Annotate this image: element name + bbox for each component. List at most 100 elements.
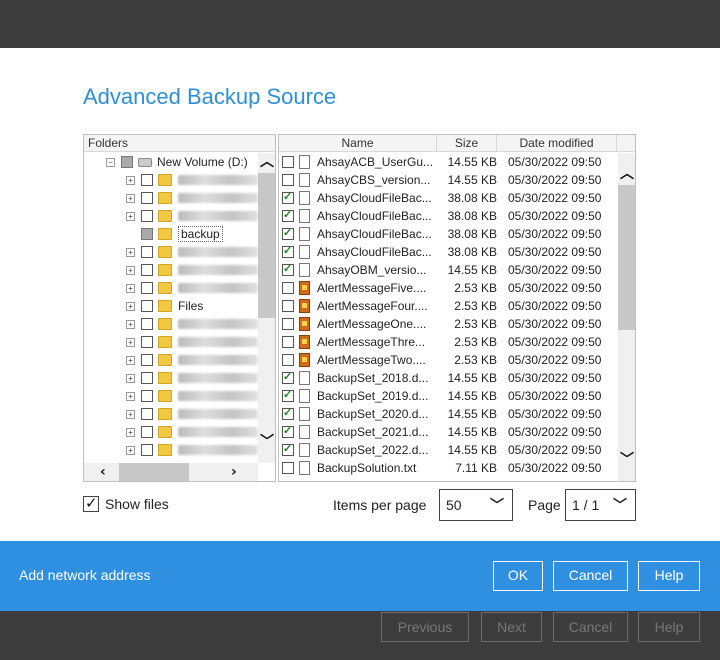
chevron-down-icon[interactable]: ﹀: [260, 435, 274, 449]
file-row[interactable]: BackupSet_2019.d... 14.55 KB 05/30/2022 09…: [279, 387, 619, 405]
file-row[interactable]: BackupSet_2021.d... 14.55 KB 05/30/2022 09…: [279, 423, 619, 441]
add-network-address-link[interactable]: Add network address: [19, 567, 151, 583]
expand-icon[interactable]: +: [126, 409, 135, 419]
expand-icon[interactable]: +: [126, 301, 135, 311]
tree-item[interactable]: +: [126, 315, 258, 333]
file-checkbox[interactable]: [282, 282, 294, 294]
file-row[interactable]: BackupSolution.txt 7.11 KB 05/30/2022 09:5…: [279, 459, 619, 477]
file-checkbox[interactable]: [282, 244, 294, 258]
tree-checkbox[interactable]: [141, 282, 153, 294]
file-row[interactable]: AlertMessageOne.... 2.53 KB 05/30/2022 09:…: [279, 315, 619, 333]
file-row[interactable]: BackupSet_2018.d... 14.55 KB 05/30/2022 09…: [279, 369, 619, 387]
tree-item[interactable]: +: [126, 441, 258, 459]
file-row[interactable]: BackupSet_2022.d... 14.55 KB 05/30/2022 09…: [279, 441, 619, 459]
file-checkbox[interactable]: [282, 156, 294, 168]
file-row[interactable]: AhsayACB_UserGu... 14.55 KB 05/30/2022 09:…: [279, 153, 619, 171]
tree-horizontal-scroll-thumb[interactable]: [119, 463, 189, 481]
file-checkbox[interactable]: [282, 190, 294, 204]
collapse-icon[interactable]: −: [106, 157, 115, 167]
expand-icon[interactable]: +: [126, 319, 135, 329]
tree-checkbox[interactable]: [141, 444, 153, 456]
expand-icon[interactable]: +: [126, 175, 135, 185]
tree-checkbox[interactable]: [141, 174, 153, 186]
file-list-vertical-scrollbar[interactable]: ︿ ﹀: [618, 153, 635, 481]
folder-tree[interactable]: Folders − New Volume (D:) + + + backup + + + + F…: [83, 134, 276, 482]
expand-icon[interactable]: +: [126, 193, 135, 203]
expand-icon[interactable]: +: [126, 391, 135, 401]
file-checkbox[interactable]: [282, 442, 294, 456]
page-select[interactable]: 1 / 1 ﹀: [565, 489, 636, 521]
chevron-up-icon[interactable]: ︿: [620, 167, 634, 181]
expand-icon[interactable]: +: [126, 265, 135, 275]
chevron-up-icon[interactable]: ︿: [260, 155, 274, 169]
file-row[interactable]: AhsayCloudFileBac... 38.08 KB 05/30/2022 0…: [279, 243, 619, 261]
expand-icon[interactable]: +: [126, 211, 135, 221]
file-row[interactable]: AhsayCloudFileBac... 38.08 KB 05/30/2022 0…: [279, 207, 619, 225]
file-row[interactable]: AlertMessageFour.... 2.53 KB 05/30/2022 09…: [279, 297, 619, 315]
tree-item[interactable]: +: [126, 279, 258, 297]
tree-vertical-scrollbar[interactable]: ︿ ﹀: [258, 153, 275, 463]
tree-item[interactable]: +: [126, 351, 258, 369]
chevron-right-icon[interactable]: ›: [231, 465, 237, 479]
file-checkbox[interactable]: [282, 462, 294, 474]
help-button[interactable]: Help: [638, 561, 700, 591]
tree-checkbox[interactable]: [141, 300, 153, 312]
file-list[interactable]: Name Size Date modified AhsayACB_UserGu.…: [278, 134, 636, 482]
show-files-toggle[interactable]: Show files: [83, 494, 169, 512]
items-per-page-select[interactable]: 50 ﹀: [439, 489, 513, 521]
next-button[interactable]: Next: [481, 612, 542, 642]
tree-checkbox[interactable]: [141, 390, 153, 402]
expand-icon[interactable]: +: [126, 247, 135, 257]
tree-item[interactable]: +: [126, 207, 258, 225]
chevron-left-icon[interactable]: ‹: [100, 465, 106, 479]
ok-button[interactable]: OK: [493, 561, 543, 591]
file-checkbox[interactable]: [282, 336, 294, 348]
column-header-date-modified[interactable]: Date modified: [497, 135, 617, 152]
file-checkbox[interactable]: [282, 388, 294, 402]
tree-checkbox[interactable]: [141, 228, 153, 240]
expand-icon[interactable]: +: [126, 427, 135, 437]
tree-item[interactable]: backup: [126, 225, 223, 243]
file-row[interactable]: AlertMessageTwo.... 2.53 KB 05/30/2022 09:…: [279, 351, 619, 369]
file-checkbox[interactable]: [282, 318, 294, 330]
expand-icon[interactable]: +: [126, 337, 135, 347]
expand-icon[interactable]: +: [126, 445, 135, 455]
tree-checkbox[interactable]: [141, 408, 153, 420]
tree-horizontal-scrollbar[interactable]: ‹ ›: [84, 463, 258, 481]
expand-icon[interactable]: +: [126, 373, 135, 383]
tree-item[interactable]: +: [126, 423, 258, 441]
tree-checkbox[interactable]: [141, 336, 153, 348]
tree-item[interactable]: +: [126, 189, 258, 207]
column-header-size[interactable]: Size: [437, 135, 497, 152]
file-row[interactable]: AlertMessageThre... 2.53 KB 05/30/2022 09:…: [279, 333, 619, 351]
tree-item-root[interactable]: − New Volume (D:): [106, 153, 248, 171]
tree-item[interactable]: +: [126, 405, 258, 423]
show-files-checkbox[interactable]: [83, 494, 99, 512]
wizard-cancel-button[interactable]: Cancel: [553, 612, 628, 642]
file-list-scroll-thumb[interactable]: [618, 185, 635, 330]
file-row[interactable]: BackupSet_2020.d... 14.55 KB 05/30/2022 09…: [279, 405, 619, 423]
file-checkbox[interactable]: [282, 226, 294, 240]
tree-checkbox[interactable]: [141, 354, 153, 366]
file-checkbox[interactable]: [282, 370, 294, 384]
tree-item[interactable]: +: [126, 387, 258, 405]
tree-checkbox[interactable]: [141, 264, 153, 276]
tree-checkbox[interactable]: [141, 192, 153, 204]
tree-item[interactable]: +: [126, 171, 258, 189]
expand-icon[interactable]: +: [126, 283, 135, 293]
tree-checkbox[interactable]: [141, 210, 153, 222]
tree-item[interactable]: + Files: [126, 297, 203, 315]
file-checkbox[interactable]: [282, 208, 294, 222]
file-checkbox[interactable]: [282, 424, 294, 438]
tree-item[interactable]: +: [126, 369, 258, 387]
file-row[interactable]: AhsayOBM_versio... 14.55 KB 05/30/2022 09:…: [279, 261, 619, 279]
previous-button[interactable]: Previous: [381, 612, 469, 642]
file-row[interactable]: AhsayCBS_version... 14.55 KB 05/30/2022 09…: [279, 171, 619, 189]
tree-checkbox[interactable]: [121, 156, 133, 168]
file-row[interactable]: AlertMessageFive.... 2.53 KB 05/30/2022 09…: [279, 279, 619, 297]
wizard-help-button[interactable]: Help: [638, 612, 700, 642]
tree-item[interactable]: +: [126, 243, 258, 261]
file-checkbox[interactable]: [282, 300, 294, 312]
file-checkbox[interactable]: [282, 406, 294, 420]
cancel-button[interactable]: Cancel: [553, 561, 628, 591]
